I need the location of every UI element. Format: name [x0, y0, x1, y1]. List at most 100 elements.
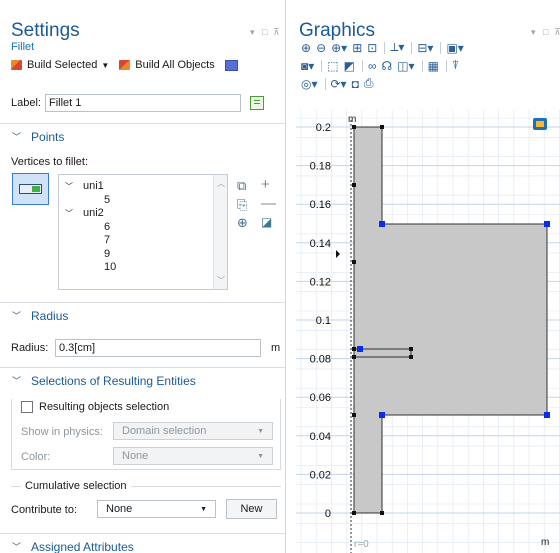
y-tick-label: 0.06 — [310, 392, 331, 404]
vertices-label: Vertices to fillet: — [11, 156, 89, 168]
tree-label: 10 — [104, 261, 117, 273]
reset-label-icon[interactable] — [249, 96, 264, 110]
y-tick-label: 0.1 — [316, 315, 331, 327]
selected-vertex-point[interactable] — [379, 412, 385, 418]
tree-group[interactable]: ﹀ uni1 — [59, 180, 227, 194]
radius-input[interactable] — [55, 339, 261, 357]
chevron-down-icon[interactable]: ▼ — [101, 61, 109, 70]
tree-item[interactable]: 5 — [59, 194, 227, 208]
y-tick-label: 0.02 — [310, 469, 331, 481]
node-type: Fillet — [11, 41, 35, 53]
resulting-objects-label: Resulting objects selection — [39, 401, 170, 413]
vertex-point[interactable] — [352, 183, 356, 187]
tree-item[interactable]: 10 — [59, 261, 227, 275]
y-tick-label: 0.14 — [310, 238, 331, 250]
points-section-title: Points — [31, 129, 65, 144]
chevron-down-icon: ▼ — [257, 452, 264, 460]
selections-section-header[interactable]: ﹀ Selections of Resulting Entities — [0, 367, 285, 393]
chevron-down-icon: ▼ — [200, 505, 207, 513]
remove-icon[interactable]: — — [261, 195, 276, 212]
y-tick-label: 0.16 — [310, 199, 331, 211]
y-tick-label: 0.04 — [310, 431, 331, 443]
tree-label: 9 — [104, 247, 111, 260]
vertex-point[interactable] — [352, 125, 356, 129]
add-icon[interactable]: + — [261, 176, 270, 193]
build-selected-icon — [11, 60, 22, 70]
clear-icon[interactable]: ⎘ — [237, 197, 247, 213]
tree-item[interactable]: 6 — [59, 221, 227, 235]
selected-vertex-point[interactable] — [544, 412, 550, 418]
color-select[interactable]: None ▼ — [113, 447, 273, 465]
y-tick-label: 0.2 — [316, 122, 331, 134]
show-in-physics-label: Show in physics: — [21, 426, 103, 438]
axes-orientation-icon — [533, 118, 547, 130]
resulting-objects-checkbox[interactable] — [21, 401, 33, 413]
select-box-icon[interactable]: ◪ — [261, 215, 272, 229]
points-section-header[interactable]: ﹀ Points — [0, 123, 285, 149]
label-prefix: Label: — [11, 97, 41, 109]
radius-label: Radius: — [11, 342, 49, 354]
build-all-button[interactable]: Build All Objects — [119, 59, 215, 71]
selected-vertex-point[interactable] — [379, 221, 385, 227]
chevron-down-icon[interactable]: ﹀ — [65, 209, 73, 218]
color-label: Color: — [21, 451, 51, 463]
tree-item[interactable]: 9 — [59, 248, 227, 262]
vertex-point[interactable] — [352, 260, 356, 264]
build-toolbar: Build Selected ▼ Build All Objects — [11, 59, 238, 71]
chevron-down-icon: ﹀ — [12, 542, 22, 552]
toggle-switch-icon — [19, 184, 42, 194]
chevron-down-icon[interactable]: ﹀ — [65, 182, 73, 191]
chevron-down-icon: ▼ — [257, 427, 264, 435]
selected-vertex-point[interactable] — [544, 221, 550, 227]
r-axis-label: r=0 — [354, 539, 369, 550]
label-row: Label: — [11, 94, 264, 112]
resulting-objects-row[interactable]: Resulting objects selection — [21, 401, 174, 413]
vertex-point[interactable] — [352, 355, 356, 359]
show-in-physics-value: Domain selection — [122, 425, 207, 437]
radius-unit: m — [271, 342, 281, 354]
build-all-icon — [119, 60, 131, 70]
tree-group[interactable]: ﹀ uni2 — [59, 207, 227, 221]
tree-label: 7 — [104, 234, 111, 246]
new-button[interactable]: New — [226, 499, 277, 519]
tree-label: uni1 — [83, 180, 104, 192]
contribute-label: Contribute to: — [11, 504, 78, 516]
active-toggle[interactable] — [12, 173, 49, 205]
vertex-point[interactable] — [380, 511, 384, 515]
paste-icon[interactable]: ⧉ — [237, 178, 246, 194]
build-all-label: Build All Objects — [135, 59, 215, 71]
build-selected-button[interactable]: Build Selected ▼ — [11, 59, 109, 71]
cumulative-label: Cumulative selection — [21, 480, 131, 492]
vertex-point[interactable] — [409, 347, 413, 351]
vertex-point[interactable] — [380, 125, 384, 129]
radius-section-header[interactable]: ﹀ Radius — [0, 302, 285, 328]
panel-menu-icon[interactable]: ▾ — [250, 27, 255, 38]
vertex-point[interactable] — [352, 511, 356, 515]
tree-label: uni2 — [83, 207, 104, 219]
vertices-list[interactable]: ﹀ uni1 5 ﹀ uni2 6 7 9 10 ︿ ﹀ — [58, 174, 228, 290]
pin-icon[interactable]: ⊼ — [273, 27, 280, 38]
zoom-selection-icon[interactable]: ⊕ — [237, 215, 248, 231]
maximize-icon[interactable]: □ — [262, 27, 267, 37]
build-options-icon[interactable] — [224, 59, 238, 71]
list-scrollbar[interactable]: ︿ ﹀ — [213, 175, 227, 289]
vertex-point[interactable] — [352, 413, 356, 417]
chevron-down-icon: ﹀ — [12, 311, 22, 321]
vertex-point[interactable] — [352, 347, 356, 351]
tree-label: 5 — [104, 193, 111, 206]
y-tick-label: 0.08 — [310, 354, 331, 366]
geometry-plot[interactable]: 0.20.180.160.140.120.10.080.060.040.020 … — [291, 0, 560, 553]
y-tick-label: 0 — [325, 508, 331, 520]
chevron-down-icon: ﹀ — [12, 132, 22, 142]
assigned-attributes-header[interactable]: ﹀ Assigned Attributes — [0, 533, 285, 553]
contribute-select[interactable]: None ▼ — [97, 500, 216, 518]
label-input[interactable] — [44, 94, 241, 112]
show-in-physics-select[interactable]: Domain selection ▼ — [113, 422, 273, 440]
settings-title: Settings — [11, 20, 80, 41]
chevron-down-icon: ﹀ — [12, 376, 22, 386]
color-value: None — [122, 450, 149, 462]
assigned-attributes-title: Assigned Attributes — [31, 539, 134, 553]
tree-item[interactable]: 7 — [59, 234, 227, 248]
selected-vertex-point[interactable] — [357, 346, 363, 352]
vertex-point[interactable] — [409, 355, 413, 359]
